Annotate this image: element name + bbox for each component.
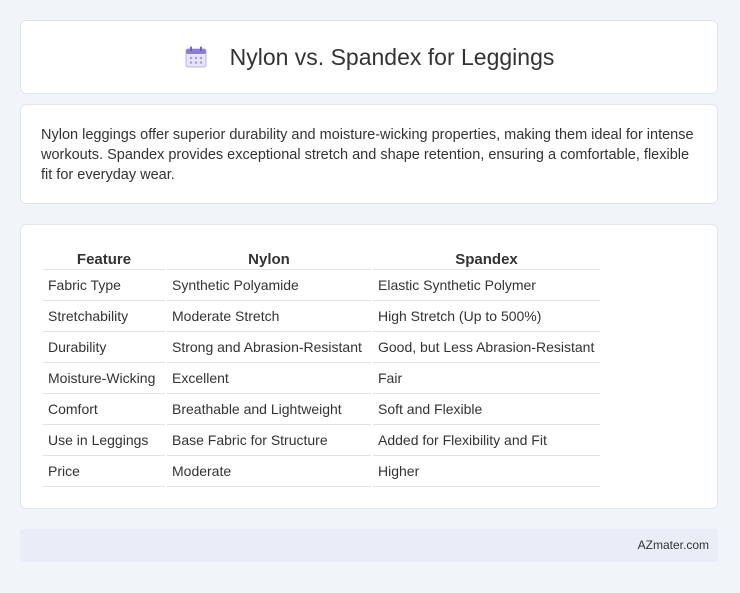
feature-cell: Fabric Type [43,270,165,301]
page-title: Nylon vs. Spandex for Leggings [229,43,555,70]
summary-text: Nylon leggings offer superior durability… [41,127,694,183]
table-row: Stretchability Moderate Stretch High Str… [43,301,600,332]
summary-card: Nylon leggings offer superior durability… [20,104,718,204]
title-card: Nylon vs. Spandex for Leggings [20,20,718,94]
feature-cell: Comfort [43,394,165,425]
spandex-cell: Elastic Synthetic Polymer [373,270,600,301]
nylon-cell: Synthetic Polyamide [167,270,371,301]
spandex-cell: Fair [373,363,600,394]
comparison-card: Feature Nylon Spandex Fabric Type Synthe… [20,224,718,509]
spandex-cell: Higher [373,456,600,487]
table-row: Price Moderate Higher [43,456,600,487]
nylon-cell: Moderate [167,456,371,487]
footer-site-link[interactable]: AZmater.com [638,538,709,552]
nylon-cell: Moderate Stretch [167,301,371,332]
calendar-icon [184,45,208,69]
spandex-cell: Added for Flexibility and Fit [373,425,600,456]
comparison-table: Feature Nylon Spandex Fabric Type Synthe… [41,247,602,487]
table-row: Durability Strong and Abrasion-Resistant… [43,332,600,363]
feature-cell: Stretchability [43,301,165,332]
nylon-cell: Base Fabric for Structure [167,425,371,456]
column-header-nylon: Nylon [167,247,371,270]
feature-cell: Price [43,456,165,487]
feature-cell: Moisture-Wicking [43,363,165,394]
title-row: Nylon vs. Spandex for Leggings [21,21,717,93]
spandex-cell: High Stretch (Up to 500%) [373,301,600,332]
spandex-cell: Good, but Less Abrasion-Resistant [373,332,600,363]
table-row: Use in Leggings Base Fabric for Structur… [43,425,600,456]
table-header-row: Feature Nylon Spandex [43,247,600,270]
table-row: Comfort Breathable and Lightweight Soft … [43,394,600,425]
nylon-cell: Breathable and Lightweight [167,394,371,425]
nylon-cell: Excellent [167,363,371,394]
feature-cell: Durability [43,332,165,363]
column-header-feature: Feature [43,247,165,270]
spandex-cell: Soft and Flexible [373,394,600,425]
feature-cell: Use in Leggings [43,425,165,456]
nylon-cell: Strong and Abrasion-Resistant [167,332,371,363]
table-row: Moisture-Wicking Excellent Fair [43,363,600,394]
column-header-spandex: Spandex [373,247,600,270]
footer-bar: AZmater.com [20,529,718,562]
table-row: Fabric Type Synthetic Polyamide Elastic … [43,270,600,301]
